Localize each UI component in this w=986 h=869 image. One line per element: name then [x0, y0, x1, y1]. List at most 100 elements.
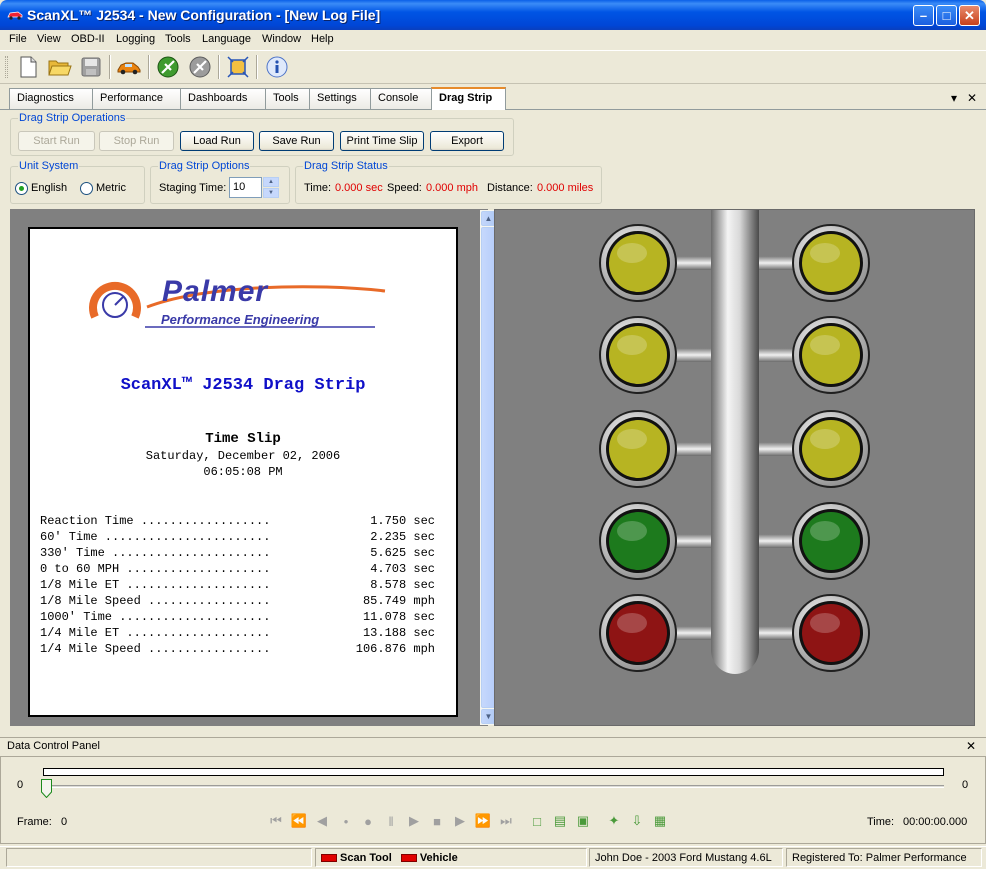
tab-list-dropdown-icon[interactable]: ▾	[951, 91, 957, 105]
vehicle-button[interactable]	[116, 54, 142, 80]
menu-window[interactable]: Window	[262, 33, 301, 45]
amber-light-icon	[792, 316, 870, 394]
info-button[interactable]	[264, 54, 290, 80]
skip-start-button[interactable]: ⏮	[268, 813, 284, 829]
green-light-icon	[792, 502, 870, 580]
status-speed-label: Speed:	[387, 182, 422, 194]
menu-language[interactable]: Language	[202, 33, 251, 45]
time-slip-page: Palmer Performance Engineering ScanXL™ J…	[28, 227, 458, 717]
slip-row-value: 1.750 sec	[370, 514, 435, 528]
maximize-button[interactable]: □	[936, 5, 957, 26]
record-small-button[interactable]: •	[338, 813, 354, 829]
toolbar-separator	[256, 55, 258, 79]
tab-close-icon[interactable]: ✕	[967, 91, 977, 105]
export-button[interactable]: Export	[430, 131, 504, 151]
tab-console[interactable]: Console	[370, 88, 432, 109]
step-back-button[interactable]: ◀	[314, 813, 330, 829]
english-radio[interactable]	[15, 182, 28, 195]
skip-end-button[interactable]: ⏭	[498, 813, 514, 829]
record-button[interactable]: ●	[360, 813, 376, 829]
tab-dashboards[interactable]: Dashboards	[180, 88, 266, 109]
save-log-button[interactable]: ▣	[575, 813, 591, 829]
minimize-button[interactable]: –	[913, 5, 934, 26]
print-time-slip-button[interactable]: Print Time Slip	[340, 131, 424, 151]
stop-button[interactable]: ■	[429, 813, 445, 829]
fit-screen-icon	[227, 56, 249, 78]
christmas-tree-panel	[494, 209, 975, 726]
open-folder-button[interactable]	[47, 54, 73, 80]
fit-screen-button[interactable]	[225, 54, 251, 80]
slip-row: Reaction Time .................. 1.750 se…	[40, 514, 435, 528]
staging-time-input[interactable]: 10	[229, 177, 262, 198]
tree-pole	[711, 210, 759, 650]
tag-button[interactable]: ✦	[606, 813, 622, 829]
staging-down-arrow-icon[interactable]: ▼	[263, 188, 279, 198]
new-log-button[interactable]: □	[529, 813, 545, 829]
menu-view[interactable]: View	[37, 33, 61, 45]
menu-obd-ii[interactable]: OBD-II	[71, 33, 105, 45]
green-light-icon	[599, 502, 677, 580]
record-small-icon: •	[343, 813, 349, 829]
car-app-icon	[7, 11, 23, 20]
frame-progress-track	[43, 768, 944, 776]
status-distance-value: 0.000 miles	[537, 182, 594, 194]
disconnect-button[interactable]	[187, 54, 213, 80]
pause-button[interactable]: ‖	[383, 813, 399, 829]
tab-diagnostics[interactable]: Diagnostics	[9, 88, 93, 109]
step-back-icon: ◀	[317, 813, 327, 828]
menu-file[interactable]: File	[9, 33, 27, 45]
group-label: Drag Strip Status	[303, 160, 389, 172]
close-button[interactable]: ✕	[959, 5, 980, 26]
rewind-fast-button[interactable]: ⏪	[291, 813, 307, 829]
tree-pole-cap	[711, 650, 759, 674]
menu-logging[interactable]: Logging	[116, 33, 155, 45]
slider-max-label: 0	[962, 779, 969, 791]
frame-slider-thumb[interactable]	[41, 779, 52, 798]
step-forward-button[interactable]: ▶	[452, 813, 468, 829]
toolbar-grip[interactable]	[5, 56, 8, 78]
grid-icon: ▦	[653, 813, 667, 828]
slip-row-label: 1/8 Mile Speed .................	[40, 594, 271, 608]
stop-run-button[interactable]: Stop Run	[99, 131, 174, 151]
christmas-tree-lights	[599, 210, 870, 674]
forward-fast-button[interactable]: ⏩	[475, 813, 491, 829]
slip-row-value: 85.749 mph	[362, 594, 435, 608]
export-log-button[interactable]: ⇩	[629, 813, 645, 829]
tag-icon: ✦	[608, 813, 620, 828]
new-file-icon	[20, 56, 37, 78]
connect-icon	[157, 56, 179, 78]
red-light-icon	[792, 594, 870, 672]
tab-drag-strip[interactable]: Drag Strip	[431, 87, 506, 110]
panel-close-icon[interactable]: ✕	[966, 739, 976, 753]
metric-radio[interactable]	[80, 182, 93, 195]
save-run-button[interactable]: Save Run	[259, 131, 334, 151]
scan-tool-label: Scan Tool	[340, 852, 392, 864]
play-button[interactable]: ▶	[406, 813, 422, 829]
grid-button[interactable]: ▦	[652, 813, 668, 829]
scan-tool-status-icon	[321, 854, 337, 863]
amber-light-icon	[792, 224, 870, 302]
menu-tools[interactable]: Tools	[165, 33, 191, 45]
save-icon	[81, 57, 101, 77]
frame-slider-track[interactable]	[43, 785, 944, 788]
open-log-icon: ▤	[553, 813, 567, 828]
slider-min-label: 0	[17, 779, 24, 791]
start-run-button[interactable]: Start Run	[18, 131, 95, 151]
status-speed-value: 0.000 mph	[426, 182, 478, 194]
status-time-value: 0.000 sec	[335, 182, 383, 194]
title-bar: ScanXL™ J2534 - New Configuration - [New…	[0, 0, 986, 30]
save-button[interactable]	[78, 54, 104, 80]
pause-icon: ‖	[388, 813, 394, 829]
load-run-button[interactable]: Load Run	[180, 131, 254, 151]
menu-help[interactable]: Help	[311, 33, 334, 45]
new-file-button[interactable]	[15, 54, 41, 80]
tab-performance[interactable]: Performance	[92, 88, 181, 109]
open-log-button[interactable]: ▤	[552, 813, 568, 829]
connect-button[interactable]	[155, 54, 181, 80]
tab-tools[interactable]: Tools	[265, 88, 310, 109]
metric-label[interactable]: Metric	[96, 182, 126, 194]
english-label[interactable]: English	[31, 182, 67, 194]
tab-settings[interactable]: Settings	[309, 88, 371, 109]
time-value: 00:00:00.000	[903, 816, 968, 828]
staging-up-arrow-icon[interactable]: ▲	[263, 177, 279, 187]
